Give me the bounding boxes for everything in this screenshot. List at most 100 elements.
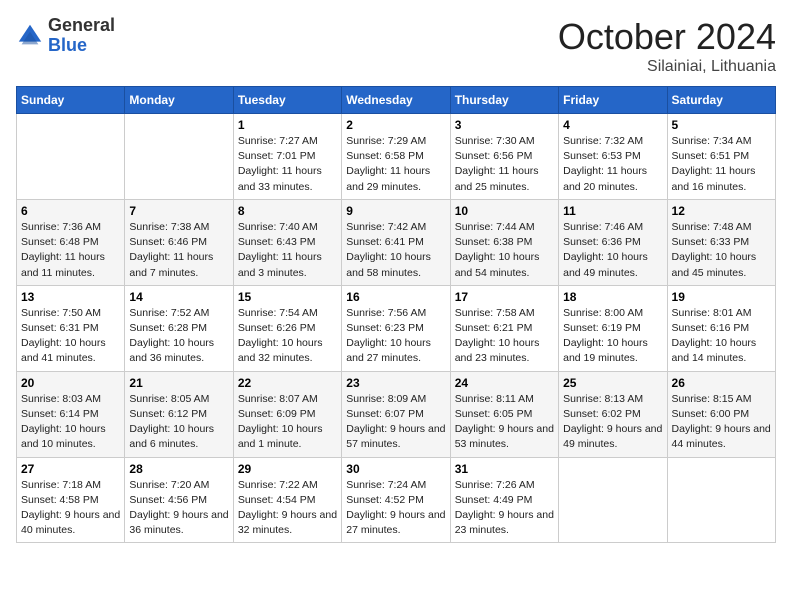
day-cell: 23 Sunrise: 8:09 AM Sunset: 6:07 PM Dayli… (342, 371, 450, 457)
day-number: 6 (21, 204, 120, 218)
day-cell: 3 Sunrise: 7:30 AM Sunset: 6:56 PM Daylig… (450, 114, 558, 200)
day-info: Sunrise: 7:42 AM Sunset: 6:41 PM Dayligh… (346, 220, 445, 281)
day-info: Sunrise: 7:40 AM Sunset: 6:43 PM Dayligh… (238, 220, 337, 281)
day-info: Sunrise: 7:38 AM Sunset: 6:46 PM Dayligh… (129, 220, 228, 281)
day-info: Sunrise: 7:58 AM Sunset: 6:21 PM Dayligh… (455, 306, 554, 367)
day-info: Sunrise: 7:18 AM Sunset: 4:58 PM Dayligh… (21, 478, 120, 539)
day-cell: 8Sunrise: 7:40 AM Sunset: 6:43 PM Daylig… (233, 199, 341, 285)
logo-icon (16, 22, 44, 50)
day-info: Sunrise: 8:09 AM Sunset: 6:07 PM Dayligh… (346, 392, 445, 453)
day-info: Sunrise: 7:20 AM Sunset: 4:56 PM Dayligh… (129, 478, 228, 539)
day-cell (667, 457, 775, 543)
day-number: 11 (563, 204, 662, 218)
day-cell (17, 114, 125, 200)
week-row-4: 20 Sunrise: 8:03 AM Sunset: 6:14 PM Dayli… (17, 371, 776, 457)
day-cell: 9 Sunrise: 7:42 AM Sunset: 6:41 PM Daylig… (342, 199, 450, 285)
day-number: 14 (129, 290, 228, 304)
day-number: 20 (21, 376, 120, 390)
day-cell (559, 457, 667, 543)
col-wednesday: Wednesday (342, 87, 450, 114)
day-number: 22 (238, 376, 337, 390)
day-info: Sunrise: 8:00 AM Sunset: 6:19 PM Dayligh… (563, 306, 662, 367)
day-cell: 2 Sunrise: 7:29 AM Sunset: 6:58 PM Daylig… (342, 114, 450, 200)
week-row-1: 1 Sunrise: 7:27 AM Sunset: 7:01 PM Daylig… (17, 114, 776, 200)
day-info: Sunrise: 8:03 AM Sunset: 6:14 PM Dayligh… (21, 392, 120, 453)
day-number: 30 (346, 462, 445, 476)
day-number: 1 (238, 118, 337, 132)
day-cell: 17Sunrise: 7:58 AM Sunset: 6:21 PM Dayli… (450, 285, 558, 371)
day-number: 3 (455, 118, 554, 132)
day-cell: 15Sunrise: 7:54 AM Sunset: 6:26 PM Dayli… (233, 285, 341, 371)
day-cell: 28 Sunrise: 7:20 AM Sunset: 4:56 PM Dayli… (125, 457, 233, 543)
day-number: 28 (129, 462, 228, 476)
day-number: 19 (672, 290, 771, 304)
day-info: Sunrise: 7:30 AM Sunset: 6:56 PM Dayligh… (455, 134, 554, 195)
day-info: Sunrise: 7:44 AM Sunset: 6:38 PM Dayligh… (455, 220, 554, 281)
calendar-body: 1 Sunrise: 7:27 AM Sunset: 7:01 PM Daylig… (17, 114, 776, 543)
day-number: 5 (672, 118, 771, 132)
day-info: Sunrise: 7:34 AM Sunset: 6:51 PM Dayligh… (672, 134, 771, 195)
day-cell: 26Sunrise: 8:15 AM Sunset: 6:00 PM Dayli… (667, 371, 775, 457)
day-cell: 21 Sunrise: 8:05 AM Sunset: 6:12 PM Dayli… (125, 371, 233, 457)
day-info: Sunrise: 8:07 AM Sunset: 6:09 PM Dayligh… (238, 392, 337, 453)
day-number: 16 (346, 290, 445, 304)
day-cell: 12 Sunrise: 7:48 AM Sunset: 6:33 PM Dayli… (667, 199, 775, 285)
day-number: 2 (346, 118, 445, 132)
day-number: 23 (346, 376, 445, 390)
col-monday: Monday (125, 87, 233, 114)
col-sunday: Sunday (17, 87, 125, 114)
day-cell: 29Sunrise: 7:22 AM Sunset: 4:54 PM Dayli… (233, 457, 341, 543)
day-number: 10 (455, 204, 554, 218)
day-cell: 27 Sunrise: 7:18 AM Sunset: 4:58 PM Dayli… (17, 457, 125, 543)
day-cell: 10 Sunrise: 7:44 AM Sunset: 6:38 PM Dayli… (450, 199, 558, 285)
logo-blue: Blue (48, 35, 87, 55)
day-number: 21 (129, 376, 228, 390)
day-cell: 7 Sunrise: 7:38 AM Sunset: 6:46 PM Daylig… (125, 199, 233, 285)
day-cell: 11 Sunrise: 7:46 AM Sunset: 6:36 PM Dayli… (559, 199, 667, 285)
day-number: 18 (563, 290, 662, 304)
day-number: 25 (563, 376, 662, 390)
day-number: 27 (21, 462, 120, 476)
week-row-2: 6 Sunrise: 7:36 AM Sunset: 6:48 PM Daylig… (17, 199, 776, 285)
page-header: General Blue October 2024 Silainiai, Lit… (16, 16, 776, 76)
calendar-header: Sunday Monday Tuesday Wednesday Thursday… (17, 87, 776, 114)
day-cell: 31Sunrise: 7:26 AM Sunset: 4:49 PM Dayli… (450, 457, 558, 543)
day-cell: 19 Sunrise: 8:01 AM Sunset: 6:16 PM Dayli… (667, 285, 775, 371)
title-block: October 2024 Silainiai, Lithuania (558, 16, 776, 76)
day-info: Sunrise: 7:50 AM Sunset: 6:31 PM Dayligh… (21, 306, 120, 367)
day-info: Sunrise: 7:54 AM Sunset: 6:26 PM Dayligh… (238, 306, 337, 367)
day-info: Sunrise: 7:46 AM Sunset: 6:36 PM Dayligh… (563, 220, 662, 281)
day-info: Sunrise: 7:24 AM Sunset: 4:52 PM Dayligh… (346, 478, 445, 539)
day-cell (125, 114, 233, 200)
day-number: 12 (672, 204, 771, 218)
day-info: Sunrise: 7:36 AM Sunset: 6:48 PM Dayligh… (21, 220, 120, 281)
day-info: Sunrise: 7:27 AM Sunset: 7:01 PM Dayligh… (238, 134, 337, 195)
calendar-table: Sunday Monday Tuesday Wednesday Thursday… (16, 86, 776, 543)
day-info: Sunrise: 8:15 AM Sunset: 6:00 PM Dayligh… (672, 392, 771, 453)
day-number: 7 (129, 204, 228, 218)
day-number: 31 (455, 462, 554, 476)
day-info: Sunrise: 8:01 AM Sunset: 6:16 PM Dayligh… (672, 306, 771, 367)
day-info: Sunrise: 8:13 AM Sunset: 6:02 PM Dayligh… (563, 392, 662, 453)
day-cell: 5 Sunrise: 7:34 AM Sunset: 6:51 PM Daylig… (667, 114, 775, 200)
week-row-3: 13Sunrise: 7:50 AM Sunset: 6:31 PM Dayli… (17, 285, 776, 371)
day-info: Sunrise: 7:32 AM Sunset: 6:53 PM Dayligh… (563, 134, 662, 195)
day-number: 9 (346, 204, 445, 218)
month-title: October 2024 (558, 16, 776, 58)
day-info: Sunrise: 7:48 AM Sunset: 6:33 PM Dayligh… (672, 220, 771, 281)
col-friday: Friday (559, 87, 667, 114)
day-number: 24 (455, 376, 554, 390)
location: Silainiai, Lithuania (558, 58, 776, 76)
week-row-5: 27 Sunrise: 7:18 AM Sunset: 4:58 PM Dayli… (17, 457, 776, 543)
day-cell: 30 Sunrise: 7:24 AM Sunset: 4:52 PM Dayli… (342, 457, 450, 543)
day-cell: 13Sunrise: 7:50 AM Sunset: 6:31 PM Dayli… (17, 285, 125, 371)
day-info: Sunrise: 8:05 AM Sunset: 6:12 PM Dayligh… (129, 392, 228, 453)
day-info: Sunrise: 8:11 AM Sunset: 6:05 PM Dayligh… (455, 392, 554, 453)
day-cell: 14 Sunrise: 7:52 AM Sunset: 6:28 PM Dayli… (125, 285, 233, 371)
day-number: 4 (563, 118, 662, 132)
day-info: Sunrise: 7:52 AM Sunset: 6:28 PM Dayligh… (129, 306, 228, 367)
logo-general: General (48, 15, 115, 35)
day-number: 29 (238, 462, 337, 476)
day-info: Sunrise: 7:29 AM Sunset: 6:58 PM Dayligh… (346, 134, 445, 195)
header-row: Sunday Monday Tuesday Wednesday Thursday… (17, 87, 776, 114)
